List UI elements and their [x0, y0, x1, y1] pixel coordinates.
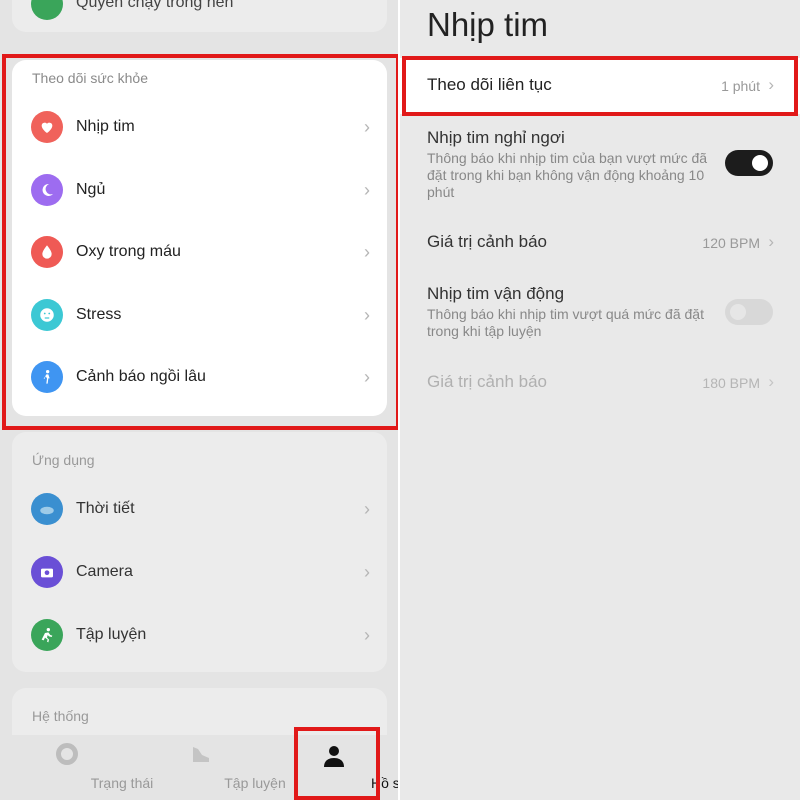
active-heart-rate-toggle[interactable]: [725, 299, 773, 325]
resting-alert-label: Giá trị cảnh báo: [427, 232, 548, 251]
toggle-knob: [730, 304, 746, 320]
menu-item-weather[interactable]: Thời tiết ›: [12, 484, 387, 534]
active-heart-rate-label: Nhịp tim vận động: [427, 284, 565, 303]
continuous-monitoring-value: 1 phút: [721, 78, 760, 94]
chevron-right-icon: ›: [364, 366, 370, 387]
menu-item-stress[interactable]: Stress ›: [12, 290, 387, 340]
menu-item-label: Stress: [76, 306, 122, 323]
person-icon: [31, 361, 63, 393]
nav-tab-status[interactable]: Trạng thái: [12, 735, 153, 800]
chevron-right-icon: ›: [364, 498, 370, 519]
menu-item-workout[interactable]: Tập luyện ›: [12, 610, 387, 660]
resting-alert-value-row[interactable]: Giá trị cảnh báo 120 BPM ›: [400, 224, 800, 264]
blood-drop-icon: [31, 236, 63, 268]
menu-item-sedentary-alert[interactable]: Cảnh báo ngồi lâu ›: [12, 352, 387, 402]
shoe-icon: [189, 743, 213, 772]
chevron-right-icon: ›: [768, 232, 774, 251]
menu-item-label: Camera: [76, 563, 133, 580]
active-heart-rate-row: Nhịp tim vận động Thông báo khi nhịp tim…: [400, 284, 800, 344]
face-icon: [31, 299, 63, 331]
health-section-header: Theo dõi sức khỏe: [32, 70, 148, 86]
chevron-right-icon: ›: [364, 304, 370, 325]
menu-item-sleep[interactable]: Ngủ ›: [12, 165, 387, 215]
toggle-knob: [752, 155, 768, 171]
status-icon: [56, 743, 78, 765]
apps-card: Ứng dụng Thời tiết › Camera › Tập luyện …: [12, 432, 387, 672]
active-alert-value: 180 BPM: [702, 375, 760, 391]
resting-alert-value: 120 BPM: [702, 235, 760, 251]
continuous-monitoring-row[interactable]: Theo dõi liên tục 1 phút ›: [400, 58, 800, 114]
settings-menu-pane: Quyền chạy trong nền Theo dõi sức khỏe N…: [0, 0, 409, 800]
menu-item-label: Nhịp tim: [76, 118, 135, 135]
background-permission-label: Quyền chạy trong nền: [76, 0, 234, 11]
menu-item-label: Tập luyện: [76, 626, 147, 643]
heart-rate-settings-pane: Nhịp tim Theo dõi liên tục 1 phút › Nhịp…: [400, 0, 800, 800]
chevron-right-icon: ›: [364, 116, 370, 137]
background-permission-card[interactable]: Quyền chạy trong nền: [12, 0, 387, 32]
menu-item-heart-rate[interactable]: Nhịp tim ›: [12, 102, 387, 152]
menu-item-label: Oxy trong máu: [76, 243, 181, 260]
chevron-right-icon: ›: [364, 561, 370, 582]
chevron-right-icon: ›: [768, 75, 774, 94]
menu-item-label: Ngủ: [76, 181, 106, 198]
menu-item-camera[interactable]: Camera ›: [12, 547, 387, 597]
run-background-icon: [31, 0, 63, 20]
chevron-right-icon: ›: [364, 179, 370, 200]
menu-item-label: Cảnh báo ngồi lâu: [76, 368, 206, 385]
workout-icon: [31, 619, 63, 651]
nav-tab-workout[interactable]: Tập luyện: [145, 735, 286, 800]
resting-heart-rate-row: Nhịp tim nghỉ ngơi Thông báo khi nhịp ti…: [400, 126, 800, 202]
apps-section-header: Ứng dụng: [32, 452, 95, 468]
weather-icon: [31, 493, 63, 525]
resting-heart-rate-label: Nhịp tim nghỉ ngơi: [427, 128, 565, 147]
active-heart-rate-description: Thông báo khi nhịp tim vượt quá mức đã đ…: [427, 306, 704, 339]
nav-tab-profile[interactable]: Hồ sơ: [280, 735, 409, 800]
page-title: Nhịp tim: [427, 6, 549, 43]
profile-icon: [322, 744, 346, 773]
active-alert-value-row[interactable]: Giá trị cảnh báo 180 BPM ›: [400, 364, 800, 404]
chevron-right-icon: ›: [364, 624, 370, 645]
resting-heart-rate-description: Thông báo khi nhịp tim của bạn vượt mức …: [427, 150, 708, 200]
system-section-header: Hệ thống: [32, 708, 89, 724]
health-tracking-card: Theo dõi sức khỏe Nhịp tim › Ngủ › Oxy t…: [12, 60, 387, 416]
menu-item-blood-oxygen[interactable]: Oxy trong máu ›: [12, 227, 387, 277]
resting-heart-rate-toggle[interactable]: [725, 150, 773, 176]
moon-icon: [31, 174, 63, 206]
bottom-navigation: Trạng thái Tập luyện Hồ sơ: [0, 735, 409, 800]
chevron-right-icon: ›: [768, 372, 774, 391]
camera-icon: [31, 556, 63, 588]
heart-icon: [31, 111, 63, 143]
chevron-right-icon: ›: [364, 241, 370, 262]
continuous-monitoring-label: Theo dõi liên tục: [427, 75, 552, 94]
active-alert-label: Giá trị cảnh báo: [427, 372, 548, 391]
menu-item-label: Thời tiết: [76, 500, 135, 517]
